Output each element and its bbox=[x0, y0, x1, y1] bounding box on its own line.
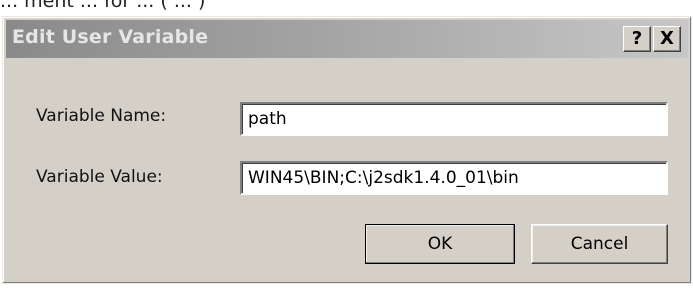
variable-value-input[interactable] bbox=[240, 161, 668, 195]
dialog-title: Edit User Variable bbox=[12, 26, 209, 48]
variable-name-label: Variable Name: bbox=[36, 106, 167, 126]
help-button[interactable]: ? bbox=[623, 26, 651, 52]
variable-name-input[interactable] bbox=[240, 102, 668, 136]
cancel-button[interactable]: Cancel bbox=[531, 224, 668, 264]
ok-button[interactable]: OK bbox=[365, 224, 515, 264]
close-button[interactable]: X bbox=[653, 26, 681, 52]
variable-value-label: Variable Value: bbox=[36, 167, 163, 187]
title-bar[interactable]: Edit User Variable ? X bbox=[6, 20, 688, 58]
edit-user-variable-dialog: Edit User Variable ? X Variable Name: Va… bbox=[2, 16, 692, 284]
background-window-text: ... ment ... for ... ( ... ) bbox=[0, 0, 206, 12]
